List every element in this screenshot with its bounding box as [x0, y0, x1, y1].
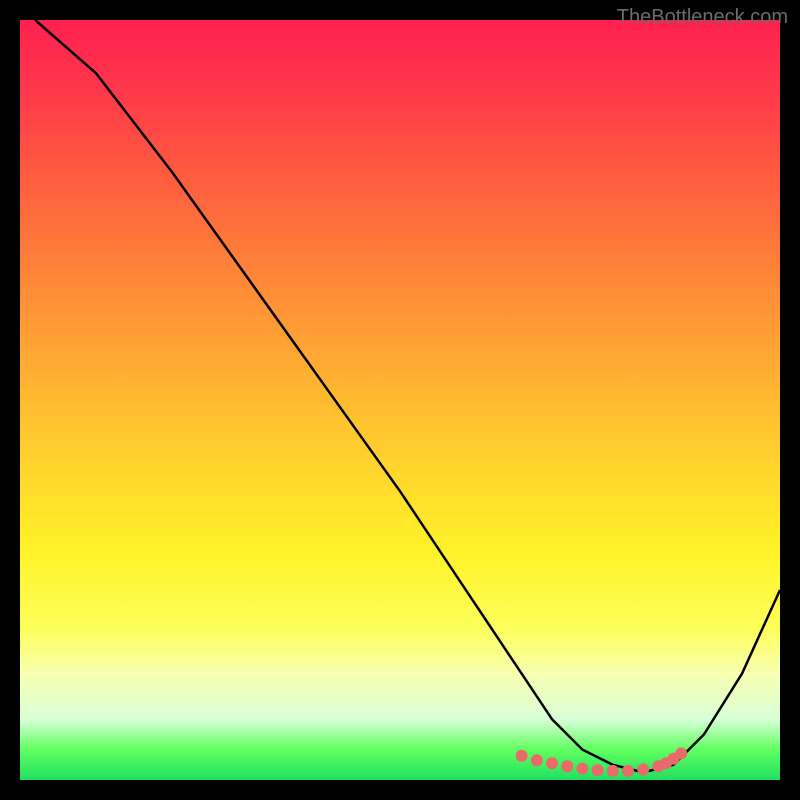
- highlight-dot: [675, 747, 687, 759]
- highlight-dot: [531, 754, 543, 766]
- highlight-dot: [607, 765, 619, 777]
- highlight-dot: [546, 757, 558, 769]
- highlight-dots: [516, 747, 688, 777]
- highlight-dot: [637, 763, 649, 775]
- highlight-dot: [561, 760, 573, 772]
- plot-area: [20, 20, 780, 780]
- highlight-dot: [592, 764, 604, 776]
- highlight-dot: [576, 763, 588, 775]
- chart-svg: [20, 20, 780, 780]
- chart-container: TheBottleneck.com: [0, 0, 800, 800]
- highlight-dot: [622, 765, 634, 777]
- watermark: TheBottleneck.com: [617, 6, 788, 29]
- curve-line: [35, 20, 780, 772]
- highlight-dot: [516, 750, 528, 762]
